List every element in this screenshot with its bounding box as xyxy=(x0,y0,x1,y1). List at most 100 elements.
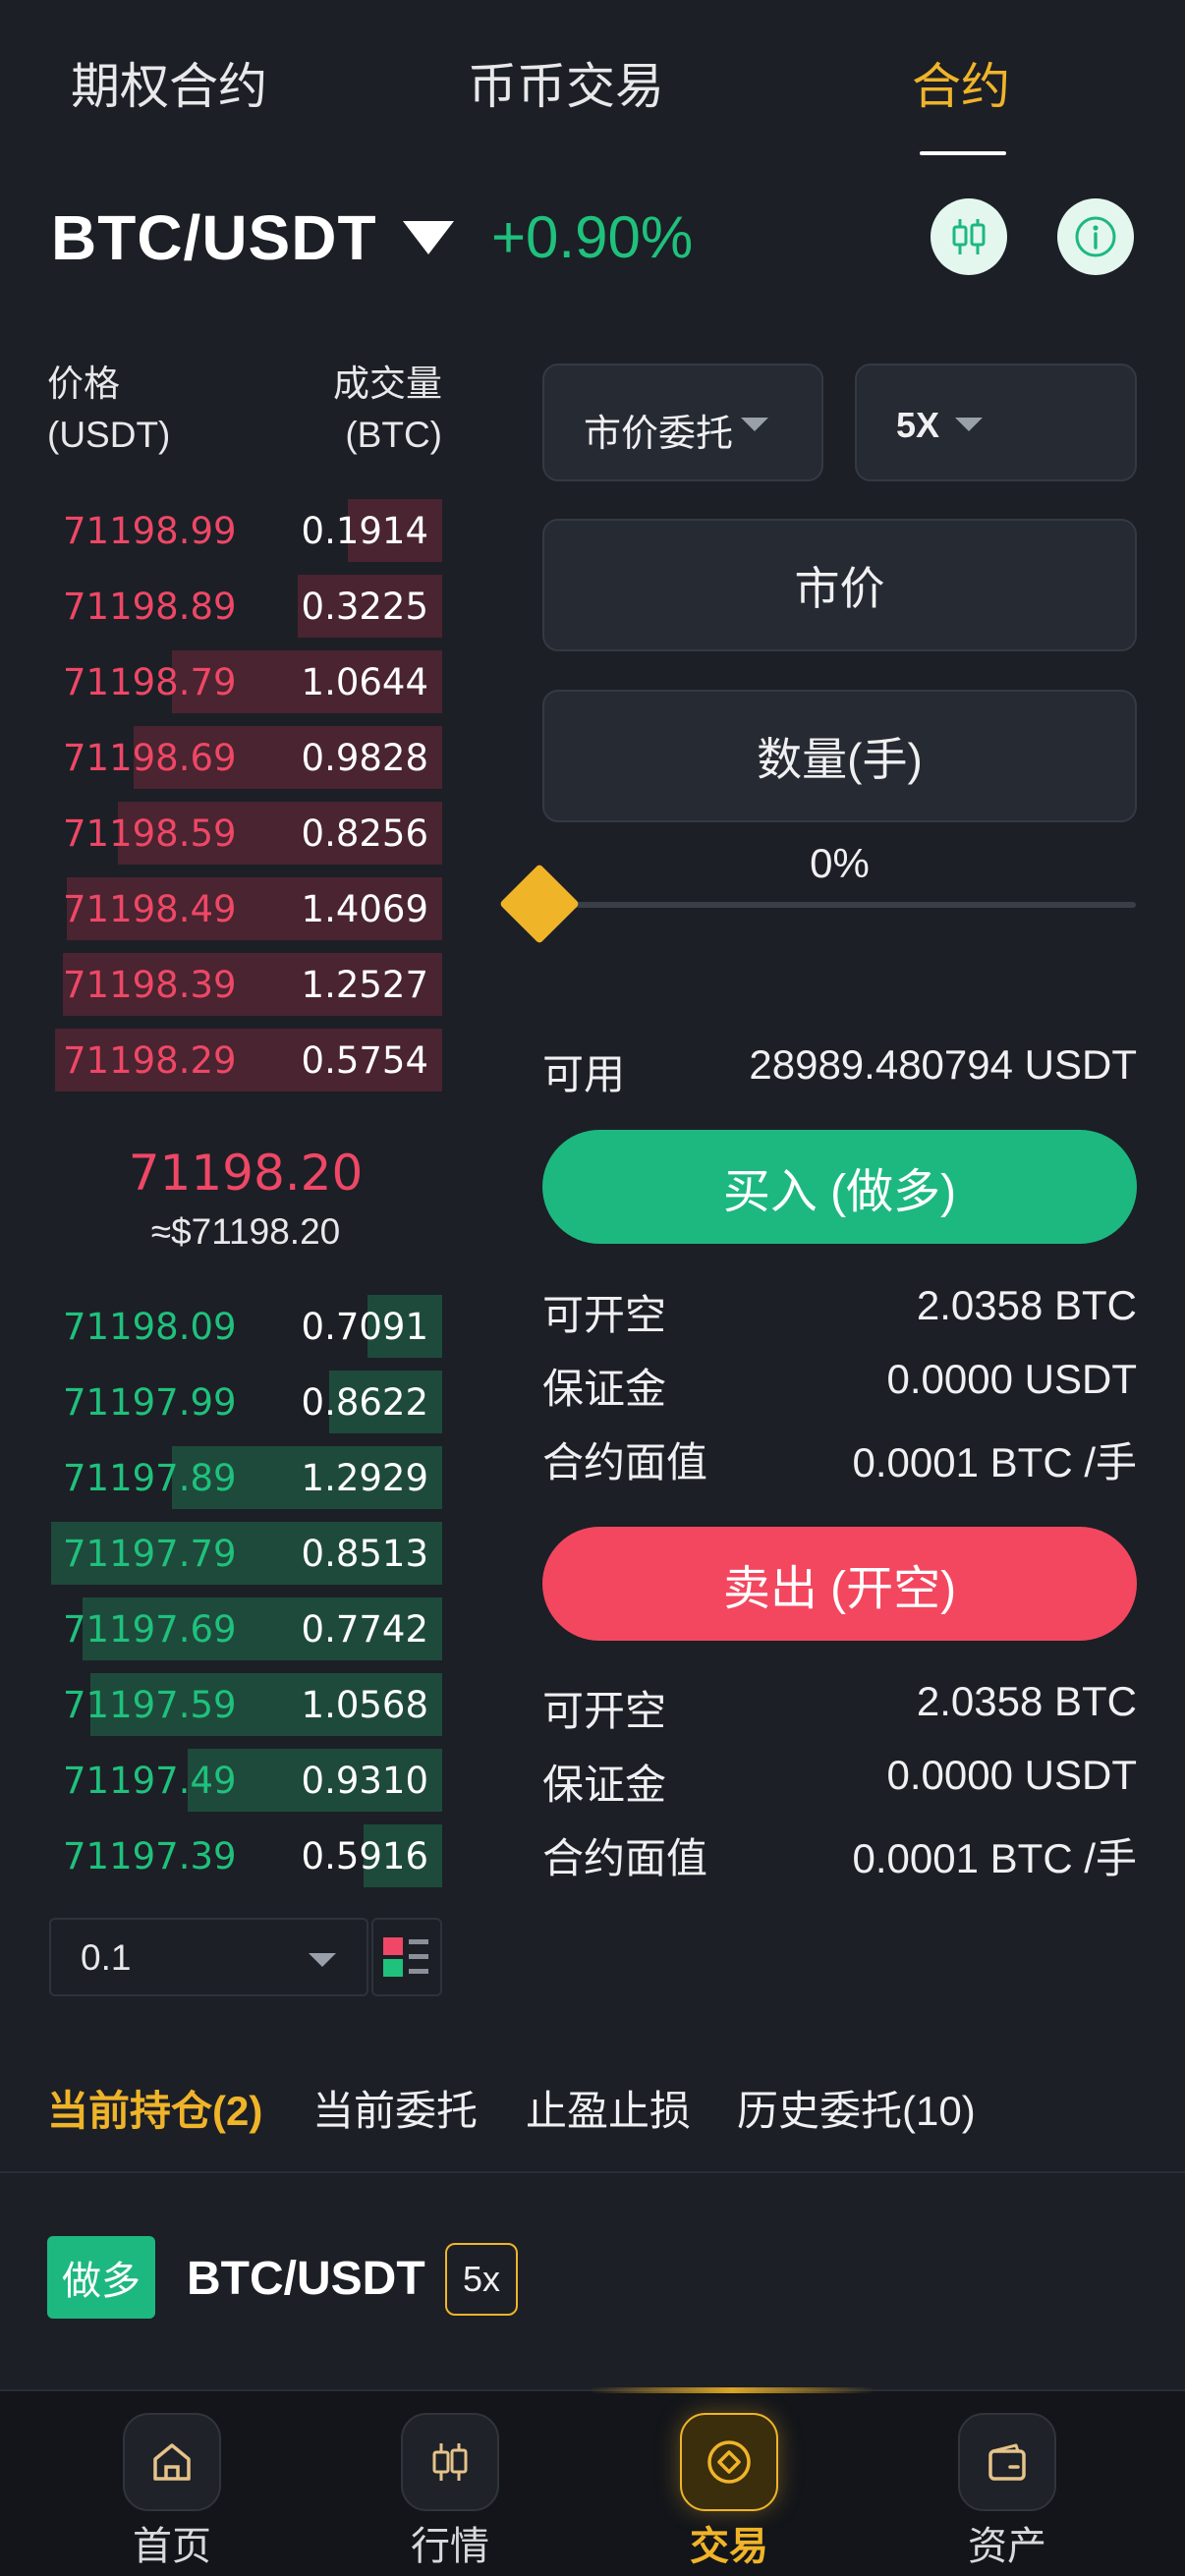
bid-qty: 1.2929 xyxy=(301,1457,428,1499)
tab-order-history[interactable]: 历史委托(10) xyxy=(737,2078,976,2138)
buy-info-row: 可开空 2.0358 BTC xyxy=(542,1282,1137,1341)
sell-contract-size-value: 0.0001 BTC /手 xyxy=(852,1835,1137,1881)
ask-price: 71198.69 xyxy=(63,737,237,779)
tab-tp-sl[interactable]: 止盈止损 xyxy=(526,2078,691,2138)
price-input[interactable]: 市价 xyxy=(542,519,1137,651)
buy-margin-value: 0.0000 USDT xyxy=(886,1356,1137,1402)
sell-margin-value: 0.0000 USDT xyxy=(886,1752,1137,1798)
home-icon xyxy=(123,2413,221,2511)
quantity-slider[interactable] xyxy=(540,902,1136,908)
candlestick-icon xyxy=(401,2413,499,2511)
order-type-value: 市价委托 xyxy=(584,414,734,455)
pair-selector[interactable]: BTC/USDT xyxy=(51,201,377,274)
last-price-usd: ≈$71198.20 xyxy=(150,1211,341,1252)
bid-qty: 0.8622 xyxy=(301,1381,428,1424)
ask-row[interactable]: 71198.59 0.8256 xyxy=(51,802,442,865)
tab-contract[interactable]: 合约 xyxy=(912,47,1010,118)
bid-price: 71197.49 xyxy=(63,1760,237,1802)
ask-row[interactable]: 71198.69 0.9828 xyxy=(51,726,442,789)
order-type-select[interactable]: 市价委托 xyxy=(542,364,823,481)
ask-row[interactable]: 71198.49 1.4069 xyxy=(51,877,442,940)
tab-options-contract[interactable]: 期权合约 xyxy=(71,47,267,118)
ask-row[interactable]: 71198.89 0.3225 xyxy=(51,575,442,638)
bid-qty: 0.9310 xyxy=(301,1760,428,1802)
tab-open-orders[interactable]: 当前委托 xyxy=(312,2078,478,2138)
ask-row[interactable]: 71198.99 0.1914 xyxy=(51,499,442,562)
nav-assets-label: 资产 xyxy=(968,2525,1046,2568)
bid-row[interactable]: 71198.09 0.7091 xyxy=(51,1295,442,1358)
last-price: 71198.20 xyxy=(128,1145,364,1202)
tab-current-positions[interactable]: 当前持仓(2) xyxy=(47,2078,262,2138)
bid-price: 71197.39 xyxy=(63,1835,237,1877)
ask-row[interactable]: 71198.39 1.2527 xyxy=(51,953,442,1016)
nav-home[interactable]: 首页 xyxy=(74,2391,270,2576)
ask-price: 71198.79 xyxy=(63,661,237,703)
chevron-down-icon xyxy=(955,418,983,431)
nav-trade[interactable]: 交易 xyxy=(631,2391,827,2576)
bid-row[interactable]: 71197.69 0.7742 xyxy=(51,1597,442,1660)
ask-price: 71198.89 xyxy=(63,586,237,628)
buy-max-open-value: 2.0358 BTC xyxy=(916,1282,1137,1328)
candlestick-icon xyxy=(952,219,986,254)
ask-qty: 1.0644 xyxy=(301,661,428,703)
available-value: 28989.480794 USDT xyxy=(749,1041,1137,1088)
bid-row[interactable]: 71197.99 0.8622 xyxy=(51,1371,442,1433)
buy-contract-size-value: 0.0001 BTC /手 xyxy=(852,1439,1137,1485)
ask-price: 71198.39 xyxy=(63,964,237,1006)
available-label: 可用 xyxy=(542,1051,626,1097)
quantity-input[interactable]: 数量(手) xyxy=(542,690,1137,822)
qty-header-label: 成交量 xyxy=(333,364,442,404)
leverage-value: 5X xyxy=(896,405,940,445)
buy-long-button[interactable]: 买入 (做多) xyxy=(542,1130,1137,1244)
sell-short-button[interactable]: 卖出 (开空) xyxy=(542,1527,1137,1641)
depth-precision-select[interactable]: 0.1 xyxy=(49,1918,368,1996)
ask-qty: 0.5754 xyxy=(301,1039,428,1082)
bottom-nav: 首页 行情 交易 资产 xyxy=(0,2387,1185,2576)
kline-chart-button[interactable] xyxy=(931,198,1007,275)
bid-row[interactable]: 71197.59 1.0568 xyxy=(51,1673,442,1736)
bid-row[interactable]: 71197.89 1.2929 xyxy=(51,1446,442,1509)
ask-qty: 1.4069 xyxy=(301,888,428,930)
bid-row[interactable]: 71197.39 0.5916 xyxy=(51,1824,442,1887)
orderbook-layout-icon xyxy=(383,1937,428,1977)
leverage-select[interactable]: 5X xyxy=(855,364,1137,481)
orderbook-price-header: 价格 (USDT) xyxy=(47,359,170,461)
tab-spot-trading[interactable]: 币币交易 xyxy=(468,47,664,118)
sell-info-row: 保证金 0.0000 USDT xyxy=(542,1752,1137,1811)
bid-row[interactable]: 71197.79 0.8513 xyxy=(51,1522,442,1585)
ask-row[interactable]: 71198.79 1.0644 xyxy=(51,650,442,713)
buy-info-row: 保证金 0.0000 USDT xyxy=(542,1356,1137,1415)
quantity-percent: 0% xyxy=(810,840,870,886)
ask-row[interactable]: 71198.29 0.5754 xyxy=(51,1029,442,1092)
buy-contract-size-label: 合约面值 xyxy=(542,1439,708,1485)
buy-max-open-label: 可开空 xyxy=(542,1292,667,1338)
buy-margin-label: 保证金 xyxy=(542,1366,667,1412)
ask-price: 71198.29 xyxy=(63,1039,237,1082)
bid-price: 71197.59 xyxy=(63,1684,237,1726)
bid-qty: 0.7742 xyxy=(301,1608,428,1651)
bid-price: 71198.09 xyxy=(63,1306,237,1348)
info-button[interactable] xyxy=(1057,198,1134,275)
pair-change-percent: +0.90% xyxy=(491,204,694,270)
nav-assets[interactable]: 资产 xyxy=(909,2391,1105,2576)
sell-info-row: 可开空 2.0358 BTC xyxy=(542,1678,1137,1737)
ask-price: 71198.99 xyxy=(63,510,237,552)
bid-price: 71197.99 xyxy=(63,1381,237,1424)
sell-max-open-value: 2.0358 BTC xyxy=(916,1678,1137,1724)
bid-qty: 1.0568 xyxy=(301,1684,428,1726)
ask-qty: 0.1914 xyxy=(301,510,428,552)
price-header-label: 价格 xyxy=(47,364,120,404)
nav-market-label: 行情 xyxy=(411,2525,489,2568)
available-balance-row: 可用 28989.480794 USDT xyxy=(542,1041,1137,1100)
active-tab-indicator xyxy=(920,151,1006,155)
sell-contract-size-label: 合约面值 xyxy=(542,1835,708,1881)
orderbook-layout-button[interactable] xyxy=(371,1918,442,1996)
position-leverage-badge: 5x xyxy=(445,2243,518,2316)
divider xyxy=(0,2171,1185,2173)
bid-row[interactable]: 71197.49 0.9310 xyxy=(51,1749,442,1812)
buy-info-row: 合约面值 0.0001 BTC /手 xyxy=(542,1429,1137,1488)
bid-price: 71197.89 xyxy=(63,1457,237,1499)
nav-market[interactable]: 行情 xyxy=(352,2391,548,2576)
pair-dropdown-icon[interactable] xyxy=(403,221,454,254)
orderbook-qty-header: 成交量 (BTC) xyxy=(295,359,442,461)
